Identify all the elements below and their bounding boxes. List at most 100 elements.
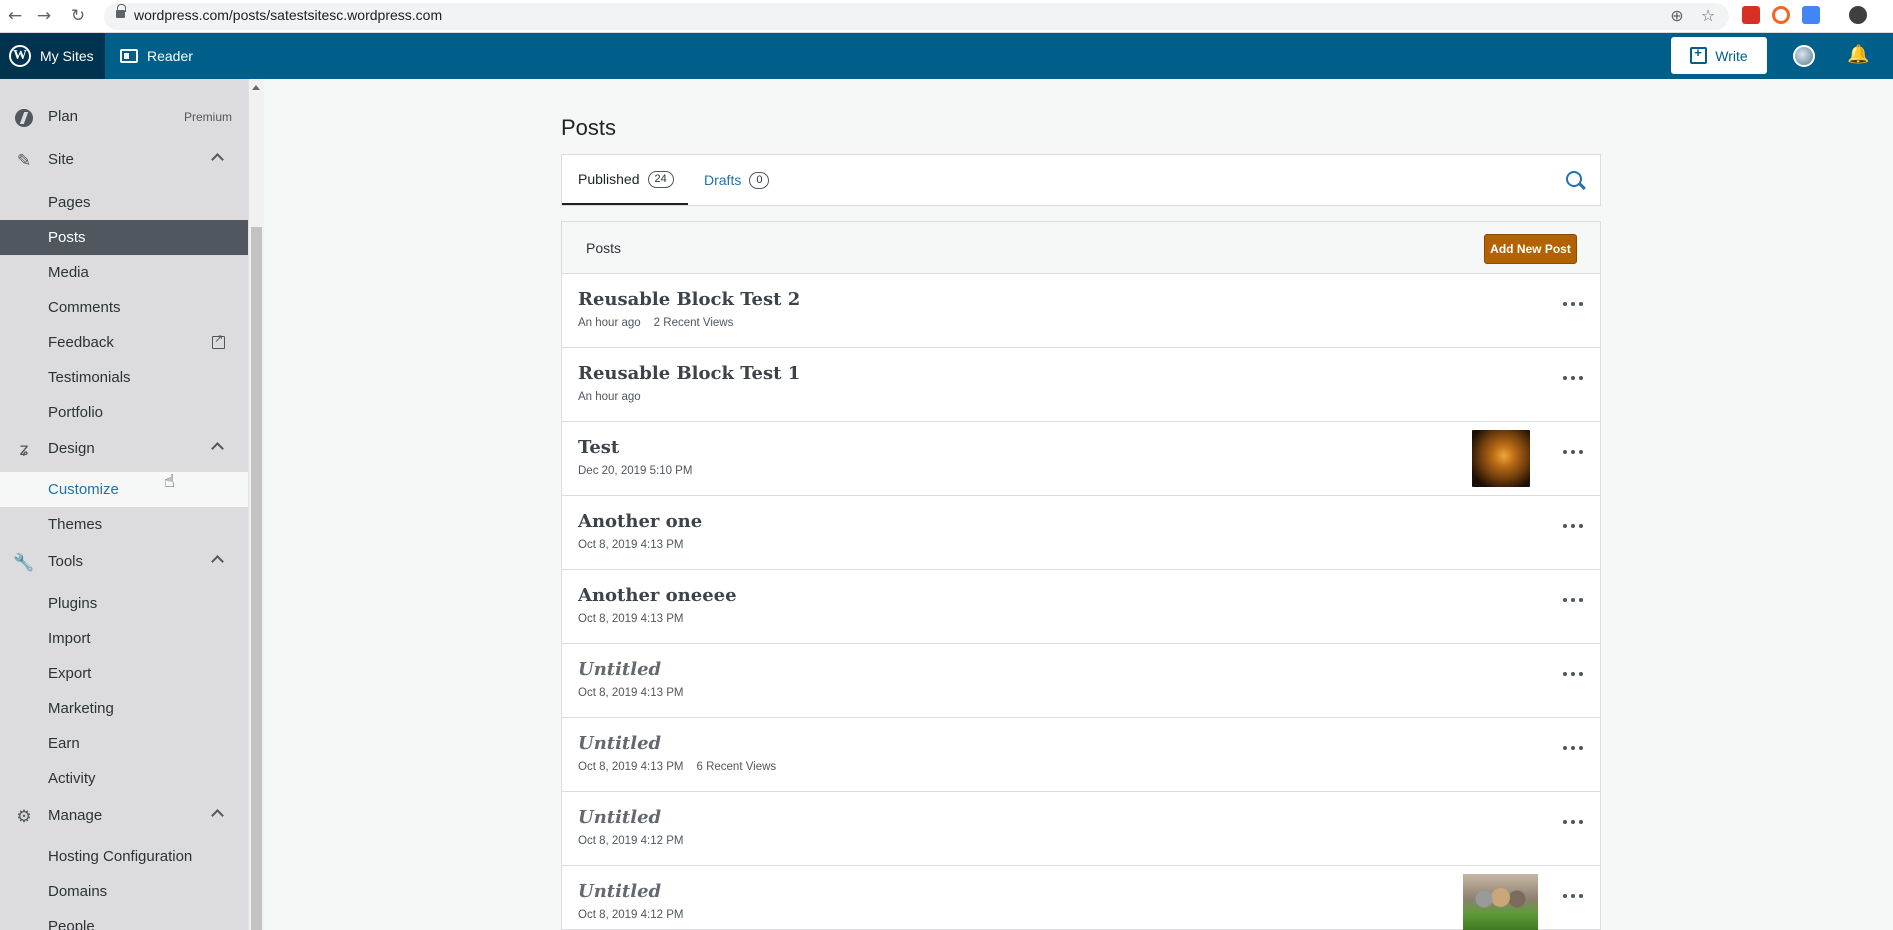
sidebar-scrollbar[interactable] [248,79,264,930]
sidebar-item-feedback[interactable]: Feedback [0,325,248,360]
post-row[interactable]: Reusable Block Test 2 An hour ago 2 Recen… [561,274,1601,348]
plan-icon [14,108,34,128]
post-date: Oct 8, 2019 4:13 PM [578,687,684,699]
post-row[interactable]: Another one Oct 8, 2019 4:13 PM [561,496,1601,570]
post-row[interactable]: Untitled Oct 8, 2019 4:12 PM [561,792,1601,866]
post-row[interactable]: Untitled Oct 8, 2019 4:12 PM [561,866,1601,930]
sidebar-item-plan[interactable]: Plan Premium [0,97,248,137]
sidebar-item-domains[interactable]: Domains [0,874,248,909]
more-options-icon[interactable] [1563,376,1583,382]
post-title[interactable]: Untitled [578,733,661,754]
back-icon[interactable]: ← [3,4,27,28]
more-options-icon[interactable] [1563,894,1583,900]
more-options-icon[interactable] [1563,302,1583,308]
sidebar-item-themes[interactable]: Themes [0,507,248,542]
sidebar-item-testimonials[interactable]: Testimonials [0,360,248,395]
search-icon[interactable] [1566,171,1582,187]
post-views: 2 Recent Views [653,317,734,329]
post-date: Dec 20, 2019 5:10 PM [578,465,693,477]
profile-icon[interactable] [1849,6,1867,24]
reader-button[interactable]: Reader [120,33,193,79]
tab-published[interactable]: Published 24 [562,155,688,205]
post-title[interactable]: Another one [578,511,702,532]
sidebar-item-pages[interactable]: Pages [0,185,248,220]
mouse-cursor-icon: ☝ [164,471,175,492]
translate-extension-icon[interactable] [1802,6,1820,24]
notifications-icon[interactable]: 🔔 [1847,44,1869,66]
sidebar-item-label: Import [48,630,91,647]
url-text[interactable]: wordpress.com/posts/satestsitesc.wordpre… [134,7,442,23]
more-options-icon[interactable] [1563,746,1583,752]
list-header-label: Posts [586,240,622,256]
post-row[interactable]: Another oneeee Oct 8, 2019 4:13 PM [561,570,1601,644]
write-button[interactable]: Write [1671,37,1767,74]
sidebar-item-marketing[interactable]: Marketing [0,691,248,726]
post-thumbnail [1463,874,1538,930]
sidebar-item-label: Export [48,665,92,682]
scroll-up-arrow-icon[interactable] [252,85,260,90]
post-row[interactable]: Test Dec 20, 2019 5:10 PM [561,422,1601,496]
post-meta: Oct 8, 2019 4:12 PM [578,835,683,847]
post-title[interactable]: Another oneeee [578,585,737,606]
post-title[interactable]: Untitled [578,659,661,680]
sidebar-item-portfolio[interactable]: Portfolio [0,395,248,430]
sidebar-item-label: Posts [48,229,86,246]
more-options-icon[interactable] [1563,672,1583,678]
post-title[interactable]: Reusable Block Test 2 [578,289,800,310]
more-options-icon[interactable] [1563,820,1583,826]
reload-icon[interactable]: ↻ [66,4,90,28]
sidebar-section-manage[interactable]: ⚙ Manage [0,796,248,836]
sidebar-item-hosting-configuration[interactable]: Hosting Configuration [0,839,248,874]
forward-icon[interactable]: → [32,4,56,28]
more-options-icon[interactable] [1563,598,1583,604]
sidebar-item-activity[interactable]: Activity [0,761,248,796]
scrollbar-thumb[interactable] [251,227,262,930]
post-meta: Dec 20, 2019 5:10 PM [578,465,692,477]
post-row[interactable]: Untitled Oct 8, 2019 4:13 PM 6 Recent Vie… [561,718,1601,792]
wordpress-logo-icon: W [9,45,31,67]
reader-icon [120,49,138,63]
post-row[interactable]: Reusable Block Test 1 An hour ago [561,348,1601,422]
sidebar-section-site[interactable]: ✎ Site [0,140,248,180]
sidebar-item-import[interactable]: Import [0,621,248,656]
more-options-icon[interactable] [1563,450,1583,456]
sidebar-item-posts[interactable]: Posts [0,220,248,255]
chevron-up-icon [211,153,224,166]
write-icon [1690,45,1708,64]
post-title[interactable]: Untitled [578,881,661,902]
sidebar-item-earn[interactable]: Earn [0,726,248,761]
sidebar-item-media[interactable]: Media [0,255,248,290]
post-thumbnail [1472,430,1530,487]
lock-icon [116,4,126,18]
my-sites-label: My Sites [40,48,94,64]
post-meta: Oct 8, 2019 4:13 PM [578,613,683,625]
bookmark-star-icon[interactable]: ☆ [1697,5,1719,27]
sidebar-item-label: Themes [48,516,103,533]
sidebar-item-people[interactable]: People [0,909,248,930]
sidebar-item-plugins[interactable]: Plugins [0,586,248,621]
sidebar: Plan Premium ✎ Site Pages Posts Media Co… [0,79,248,930]
sidebar-item-customize[interactable]: Customize [0,472,248,507]
sidebar-item-label: Plugins [48,595,98,612]
extension-icon[interactable] [1772,6,1790,24]
install-icon[interactable]: ⊕ [1666,5,1688,27]
post-title[interactable]: Untitled [578,807,661,828]
post-title[interactable]: Reusable Block Test 1 [578,363,800,384]
my-sites-button[interactable]: W My Sites [0,33,105,79]
gear-icon: ⚙ [16,807,32,827]
extension-icon[interactable] [1742,6,1760,24]
tab-drafts[interactable]: Drafts 0 [704,155,784,205]
more-options-icon[interactable] [1563,524,1583,530]
tab-count: 24 [647,170,674,188]
sidebar-section-tools[interactable]: 🔧 Tools [0,542,248,582]
avatar[interactable] [1793,45,1815,67]
sidebar-item-export[interactable]: Export [0,656,248,691]
tab-label: Drafts [704,172,742,188]
post-row[interactable]: Untitled Oct 8, 2019 4:13 PM [561,644,1601,718]
sidebar-item-comments[interactable]: Comments [0,290,248,325]
sidebar-section-design[interactable]: ʑ Design [0,429,248,469]
add-new-post-button[interactable]: Add New Post [1484,234,1577,264]
manage-section-label: Manage [48,807,103,824]
post-title[interactable]: Test [578,437,619,458]
tools-section-label: Tools [48,553,84,570]
